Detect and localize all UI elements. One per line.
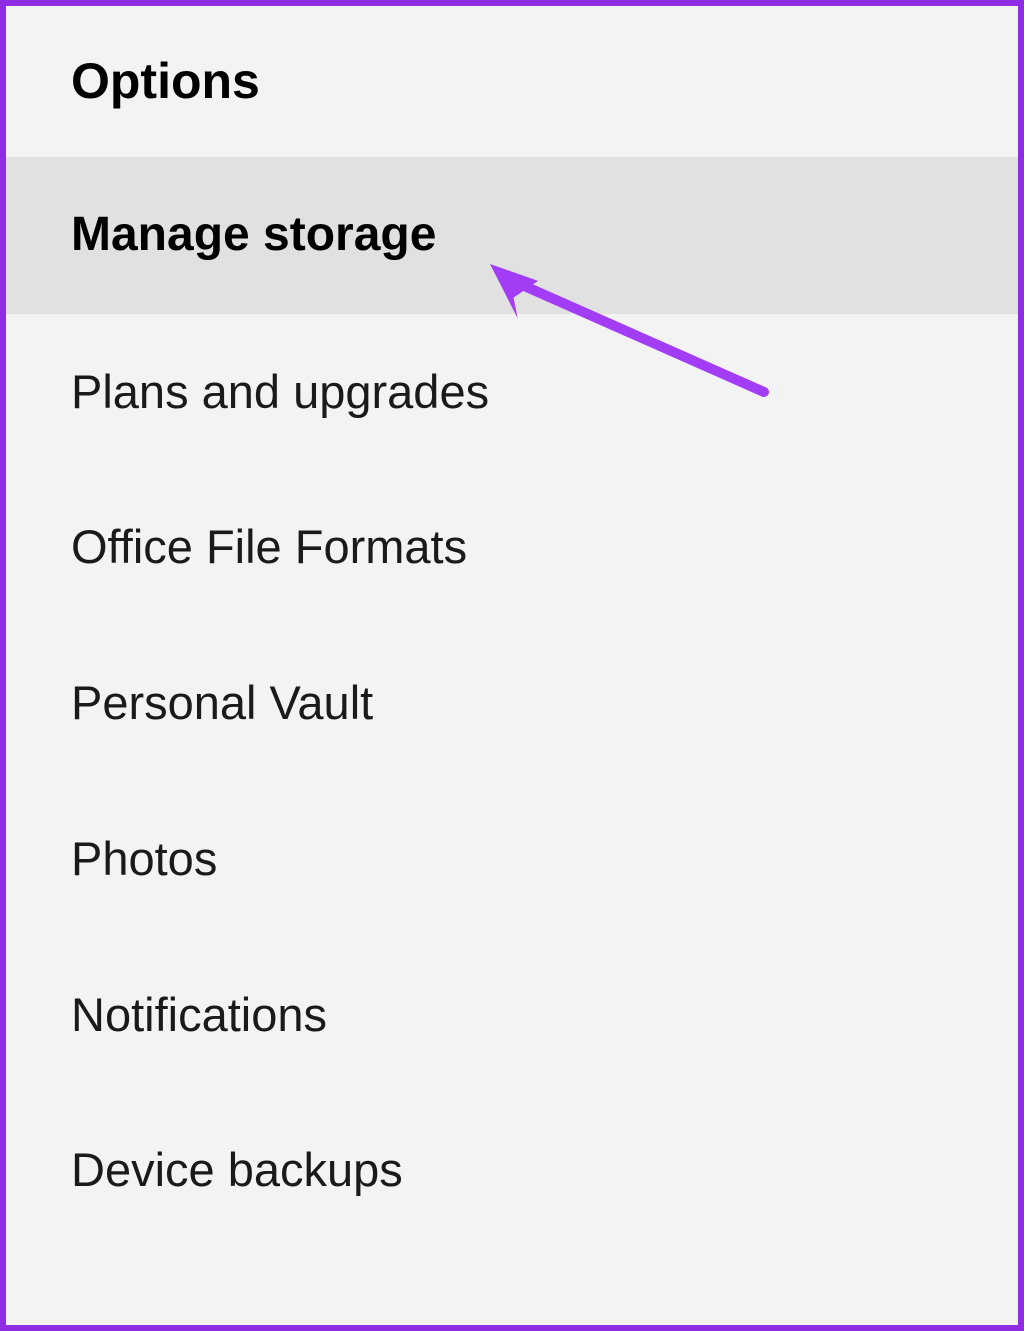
options-header: Options bbox=[6, 6, 1018, 157]
menu-item-notifications[interactable]: Notifications bbox=[6, 937, 1018, 1093]
options-menu-list: Options Manage storage Plans and upgrade… bbox=[6, 6, 1018, 1248]
menu-item-manage-storage[interactable]: Manage storage bbox=[6, 157, 1018, 314]
menu-item-photos[interactable]: Photos bbox=[6, 781, 1018, 937]
menu-item-office-file-formats[interactable]: Office File Formats bbox=[6, 469, 1018, 625]
options-panel-frame: Options Manage storage Plans and upgrade… bbox=[0, 0, 1024, 1331]
menu-item-plans-and-upgrades[interactable]: Plans and upgrades bbox=[6, 314, 1018, 470]
menu-item-personal-vault[interactable]: Personal Vault bbox=[6, 625, 1018, 781]
menu-item-device-backups[interactable]: Device backups bbox=[6, 1092, 1018, 1248]
